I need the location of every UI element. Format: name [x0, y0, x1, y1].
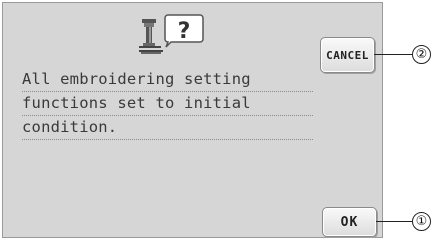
message-line-2: functions set to initial — [22, 92, 313, 116]
cancel-callout-number: ② — [412, 45, 431, 64]
machine-question-icon: ? — [139, 14, 204, 54]
ok-callout-line — [376, 221, 412, 222]
ok-button[interactable]: OK — [322, 207, 377, 237]
dialog-panel: ? All embroidering setting functions set… — [2, 2, 383, 238]
message-line-1: All embroidering setting — [22, 68, 313, 92]
ok-callout-number: ① — [412, 212, 431, 231]
cancel-button[interactable]: CANCEL — [320, 37, 375, 73]
svg-text:?: ? — [178, 19, 191, 44]
cancel-callout-line — [374, 54, 412, 55]
message-line-3: condition. — [22, 116, 313, 140]
